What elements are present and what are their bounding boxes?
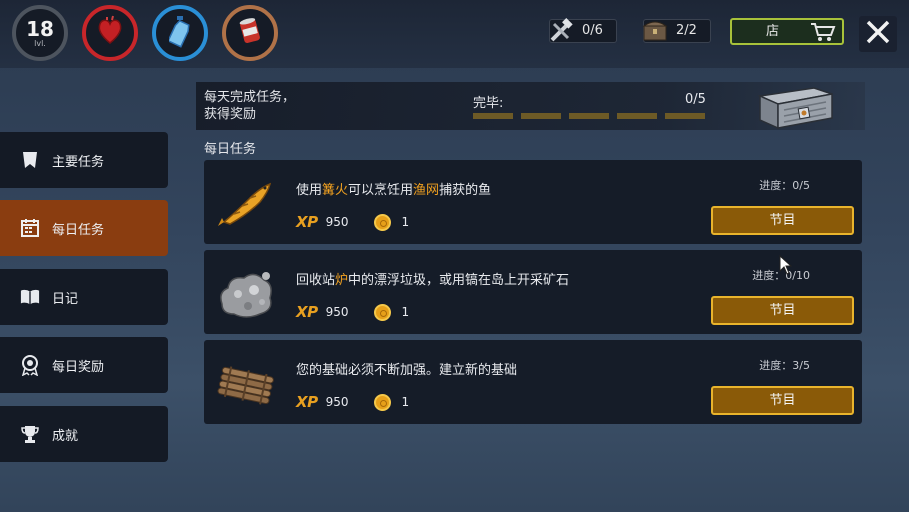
mouse-cursor-icon	[779, 254, 793, 279]
quest-highlight: 渔网	[413, 183, 440, 198]
quest-description: 您的基础必须不断加强。建立新的基础	[296, 359, 517, 378]
daily-progress-strip: 每天完成任务， 获得奖励 完毕: 0/5	[196, 82, 865, 130]
chests-counter: 2/2	[642, 19, 711, 43]
section-title: 每日任务	[204, 142, 257, 157]
quest-action-button[interactable]: 节目	[711, 206, 854, 235]
xp-icon: XP	[296, 303, 318, 321]
xp-amount: 950	[325, 305, 349, 319]
progress-segment	[569, 113, 609, 119]
trophy-icon	[20, 424, 40, 444]
health-gauge	[82, 5, 138, 61]
quest-action-button[interactable]: 节目	[711, 386, 854, 415]
progress-segment	[617, 113, 657, 119]
quest-text: 捕获的鱼	[439, 183, 492, 198]
reward-chest-icon[interactable]	[754, 82, 838, 136]
quest-description: 回收站炉中的漂浮垃圾，或用镐在岛上开采矿石	[296, 269, 569, 288]
coin-icon	[374, 393, 392, 411]
quest-card: 您的基础必须不断加强。建立新的基础 XP 950 1 进度：3/5 节目	[204, 340, 862, 424]
level-indicator: 18 lvl.	[12, 5, 68, 61]
quest-action-button[interactable]: 节目	[711, 296, 854, 325]
water-bottle-icon	[167, 14, 191, 52]
medal-icon	[20, 355, 40, 376]
quest-text: 您的基础必须不断加强。建立新的基础	[296, 363, 518, 378]
hunger-gauge	[222, 5, 278, 61]
sidebar-item-label: 成就	[52, 428, 79, 444]
completed-label: 完毕:	[473, 96, 504, 111]
quest-text: 中的漂浮垃圾，或用镐在岛上开采矿石	[348, 273, 570, 288]
coin-amount: 1	[401, 305, 410, 319]
sidebar-item-journal[interactable]: 日记	[0, 269, 168, 325]
quest-card: 使用篝火可以烹饪用渔网捕获的鱼 XP 950 1 进度：0/5 节目	[204, 160, 862, 244]
quest-progress: 进度：3/5	[759, 359, 810, 372]
book-icon	[20, 287, 40, 307]
progress-segment	[521, 113, 561, 119]
ore-rock-icon	[214, 264, 278, 322]
progress-segment	[473, 113, 513, 119]
sidebar-item-label: 每日奖励	[52, 359, 105, 375]
quest-rewards: XP 950 1	[296, 393, 409, 411]
quest-text: 可以烹饪用	[348, 183, 414, 198]
level-label: lvl.	[34, 38, 46, 48]
xp-icon: XP	[296, 393, 318, 411]
thirst-gauge	[152, 5, 208, 61]
sidebar-item-label: 每日任务	[52, 222, 105, 238]
coin-icon	[374, 213, 392, 231]
quest-description: 使用篝火可以烹饪用渔网捕获的鱼	[296, 179, 491, 198]
tools-count: 0/6	[582, 23, 603, 38]
calendar-icon	[20, 218, 40, 238]
sidebar-item-label: 日记	[52, 291, 79, 307]
top-bar: 18 lvl. 0/6 2/2 店	[0, 0, 909, 68]
sidebar-item-label: 主要任务	[52, 154, 105, 170]
completion-progress-bar	[473, 113, 705, 119]
coin-icon	[374, 303, 392, 321]
quest-text: 回收站	[296, 273, 336, 288]
quest-card: 回收站炉中的漂浮垃圾，或用镐在岛上开采矿石 XP 950 1 进度：0/10 节…	[204, 250, 862, 334]
raft-icon	[214, 354, 278, 412]
shop-button[interactable]: 店	[730, 18, 844, 45]
close-icon	[865, 19, 891, 49]
sidebar-item-daily-quests[interactable]: 每日任务	[0, 200, 168, 256]
daily-desc-line2: 获得奖励	[204, 107, 257, 122]
quest-highlight: 炉	[335, 273, 349, 288]
quest-rewards: XP 950 1	[296, 213, 409, 231]
coin-amount: 1	[401, 395, 410, 409]
xp-amount: 950	[325, 215, 349, 229]
fish-icon	[214, 174, 278, 232]
chests-count: 2/2	[676, 23, 697, 38]
quest-banner-icon	[20, 150, 40, 170]
cart-icon	[810, 22, 836, 50]
chest-icon	[640, 16, 670, 54]
tools-counter: 0/6	[549, 18, 617, 43]
quest-highlight: 篝火	[322, 183, 349, 198]
xp-icon: XP	[296, 213, 318, 231]
hammer-wrench-icon	[546, 16, 576, 54]
food-can-icon	[236, 16, 264, 50]
coin-amount: 1	[401, 215, 410, 229]
level-number: 18	[26, 16, 54, 41]
shop-label: 店	[766, 24, 780, 39]
quest-rewards: XP 950 1	[296, 303, 409, 321]
sidebar-item-achievements[interactable]: 成就	[0, 406, 168, 462]
quest-text: 使用	[296, 183, 323, 198]
heart-icon	[95, 15, 125, 51]
daily-description: 每天完成任务， 获得奖励	[204, 89, 295, 123]
quest-progress: 进度：0/5	[759, 179, 810, 192]
xp-amount: 950	[325, 395, 349, 409]
progress-segment	[665, 113, 705, 119]
daily-desc-line1: 每天完成任务，	[204, 90, 296, 105]
sidebar-item-daily-rewards[interactable]: 每日奖励	[0, 337, 168, 393]
close-button[interactable]	[859, 16, 897, 52]
sidebar-item-main-quests[interactable]: 主要任务	[0, 132, 168, 188]
completed-count: 0/5	[685, 92, 706, 107]
